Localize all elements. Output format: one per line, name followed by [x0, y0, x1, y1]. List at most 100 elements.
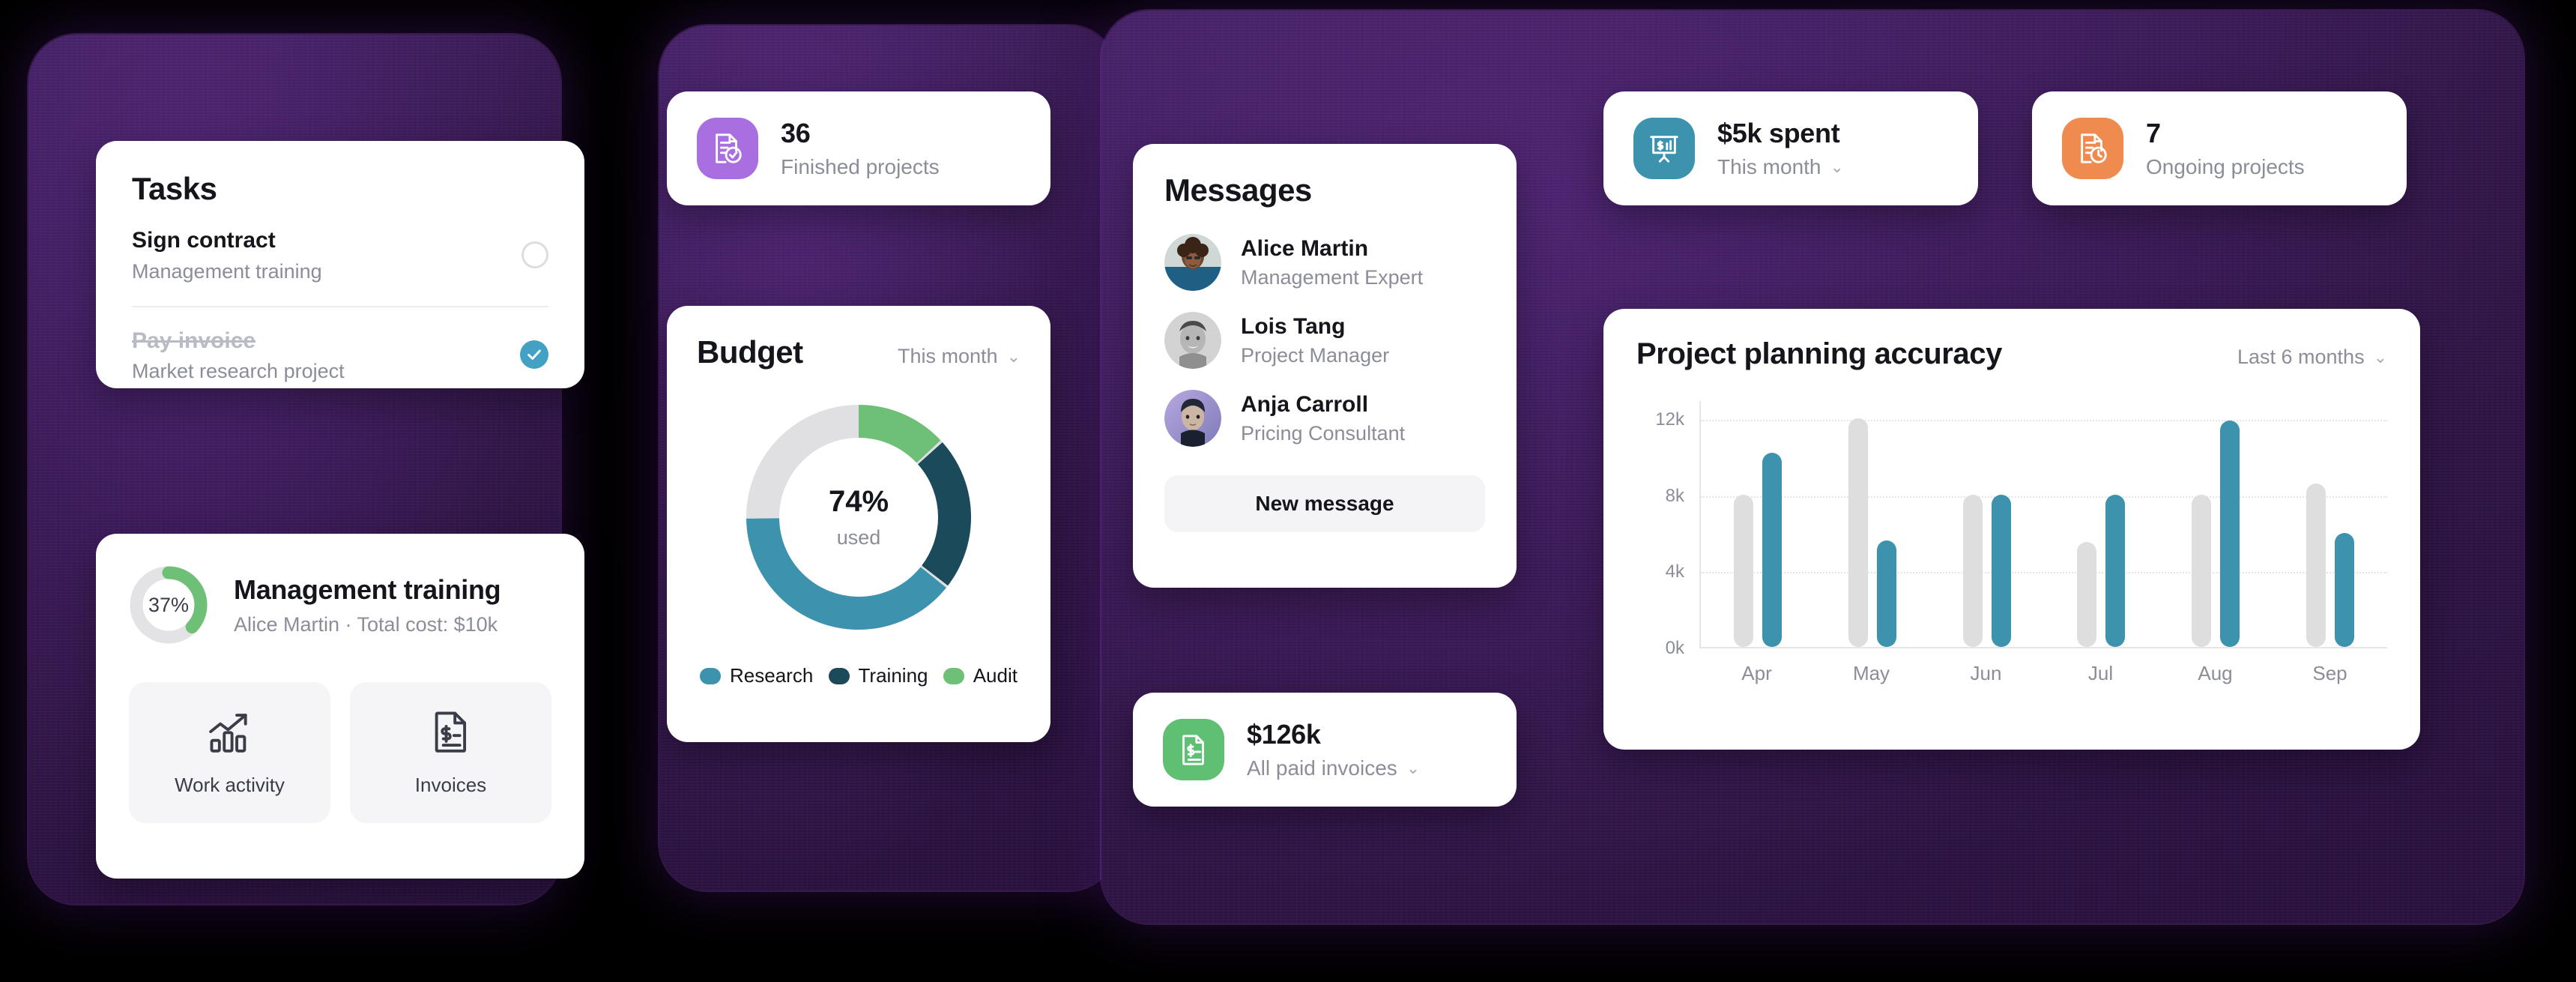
y-axis-tick: 12k [1655, 409, 1684, 430]
training-meta: Alice Martin · Total cost: $10k [234, 612, 498, 636]
spent-value: $5k spent [1717, 118, 1840, 148]
message-name: Alice Martin [1241, 235, 1369, 261]
ongoing-projects-value: 7 [2146, 118, 2161, 148]
x-axis-labels: Apr May Jun Jul Aug Sep [1699, 662, 2387, 685]
x-axis-tick: Apr [1741, 662, 1772, 684]
bar-group [1734, 401, 1783, 647]
invoices-tile[interactable]: Invoices [350, 682, 551, 823]
chevron-down-icon: ⌄ [1406, 759, 1421, 777]
budget-donut-sublabel: used [836, 526, 881, 549]
avatar [1164, 390, 1221, 447]
bar-planned-sep[interactable] [2306, 483, 2326, 647]
training-title: Management training [234, 573, 501, 605]
bar-group [1962, 401, 2011, 647]
legend-item-research: Research [700, 664, 813, 687]
message-name: Lois Tang [1241, 313, 1346, 339]
bar-group [1848, 401, 1896, 647]
invoice-dollar-icon [1163, 719, 1224, 780]
task-name: Sign contract [132, 228, 276, 253]
message-name: Anja Carroll [1241, 391, 1369, 417]
bar-actual-may[interactable] [1876, 540, 1896, 647]
chevron-down-icon: ⌄ [2373, 347, 2387, 367]
y-axis-tick: 8k [1665, 485, 1684, 506]
finished-projects-card: 36 Finished projects [667, 91, 1050, 205]
tasks-card: Tasks Sign contract Management training … [96, 141, 584, 388]
chart-period-label: Last 6 months [2237, 346, 2365, 368]
chevron-down-icon: ⌄ [1006, 346, 1021, 366]
x-axis-tick: Sep [2312, 662, 2347, 684]
bar-actual-apr[interactable] [1762, 453, 1783, 647]
message-list-item[interactable]: Anja Carroll Pricing Consultant [1164, 390, 1485, 447]
bar-planned-may[interactable] [1848, 418, 1868, 647]
project-planning-accuracy-card: Project planning accuracy Last 6 months … [1603, 309, 2420, 750]
task-project: Market research project [132, 360, 345, 382]
bar-chart: 0k 4k 8k 12k Apr May Jun Jul Aug Sep [1636, 401, 2387, 684]
budget-title: Budget [697, 334, 803, 370]
progress-ring-value: 37% [148, 593, 190, 616]
invoice-document-icon [428, 708, 474, 759]
dashboard-stage: Tasks Sign contract Management training … [0, 0, 2576, 982]
spent-period-dropdown[interactable]: This month ⌄ [1717, 155, 1844, 179]
ongoing-projects-label: Ongoing projects [2146, 155, 2305, 178]
y-axis-labels: 0k 4k 8k 12k [1636, 401, 1692, 658]
bar-actual-jul[interactable] [2105, 494, 2126, 647]
paid-invoices-card: $126k All paid invoices ⌄ [1133, 693, 1517, 807]
y-axis-tick: 4k [1665, 561, 1684, 582]
messages-title: Messages [1164, 172, 1312, 208]
chevron-down-icon: ⌄ [1830, 157, 1844, 176]
avatar [1164, 234, 1221, 291]
budget-legend: Research Training Audit [697, 664, 1021, 687]
bar-planned-jun[interactable] [1962, 494, 1983, 647]
task-project: Management training [132, 259, 322, 283]
message-role: Management Expert [1241, 265, 1424, 289]
document-clock-icon [2062, 118, 2123, 179]
message-list-item[interactable]: Lois Tang Project Manager [1164, 312, 1485, 369]
document-check-icon [697, 118, 758, 179]
message-role: Pricing Consultant [1241, 421, 1406, 445]
y-axis-tick: 0k [1665, 638, 1684, 658]
bar-actual-aug[interactable] [2219, 420, 2240, 647]
ongoing-projects-card: 7 Ongoing projects [2032, 91, 2407, 205]
check-circle-icon[interactable] [520, 340, 548, 370]
task-name: Pay invoice [132, 328, 256, 353]
plot-area [1699, 401, 2387, 648]
x-axis-tick: Jul [2087, 662, 2114, 684]
budget-donut-value: 74% [828, 485, 889, 518]
x-axis-tick: Jun [1970, 662, 2002, 684]
bar-planned-aug[interactable] [2191, 494, 2211, 647]
presentation-money-icon [1633, 118, 1695, 179]
chart-title: Project planning accuracy [1636, 337, 2002, 370]
bar-actual-jun[interactable] [1991, 494, 2011, 647]
task-row[interactable]: Sign contract Management training [132, 207, 548, 306]
bar-planned-apr[interactable] [1734, 494, 1754, 647]
message-list-item[interactable]: Alice Martin Management Expert [1164, 234, 1485, 291]
avatar [1164, 312, 1221, 369]
bar-group [2077, 401, 2126, 647]
legend-item-training: Training [828, 664, 928, 687]
work-activity-tile[interactable]: Work activity [129, 682, 330, 823]
legend-swatch-icon [943, 667, 964, 684]
chart-period-dropdown[interactable]: Last 6 months ⌄ [2237, 346, 2387, 369]
paid-invoices-dropdown[interactable]: All paid invoices ⌄ [1247, 756, 1420, 780]
progress-ring: 37% [129, 565, 208, 645]
messages-card: Messages Alice Martin Management Expert … [1133, 144, 1517, 588]
bar-actual-sep[interactable] [2334, 532, 2354, 647]
spent-period-label: This month [1717, 155, 1821, 178]
budget-donut-chart: 74% used [731, 390, 986, 645]
tile-label: Work activity [175, 774, 285, 796]
legend-label: Audit [973, 664, 1018, 687]
tasks-title: Tasks [132, 171, 217, 206]
new-message-button[interactable]: New message [1164, 475, 1485, 532]
budget-period-dropdown[interactable]: This month ⌄ [898, 345, 1021, 368]
bar-group [2306, 401, 2354, 647]
circle-outline-icon[interactable] [521, 241, 548, 268]
chart-trend-up-icon [207, 708, 253, 759]
bar-group [2191, 401, 2240, 647]
x-axis-tick: May [1852, 662, 1890, 684]
task-row[interactable]: Pay invoice Market research project [132, 305, 548, 406]
paid-invoices-value: $126k [1247, 719, 1321, 750]
finished-projects-value: 36 [781, 118, 811, 148]
message-role: Project Manager [1241, 343, 1390, 367]
bar-planned-jul[interactable] [2077, 542, 2097, 647]
tile-label: Invoices [414, 774, 487, 796]
